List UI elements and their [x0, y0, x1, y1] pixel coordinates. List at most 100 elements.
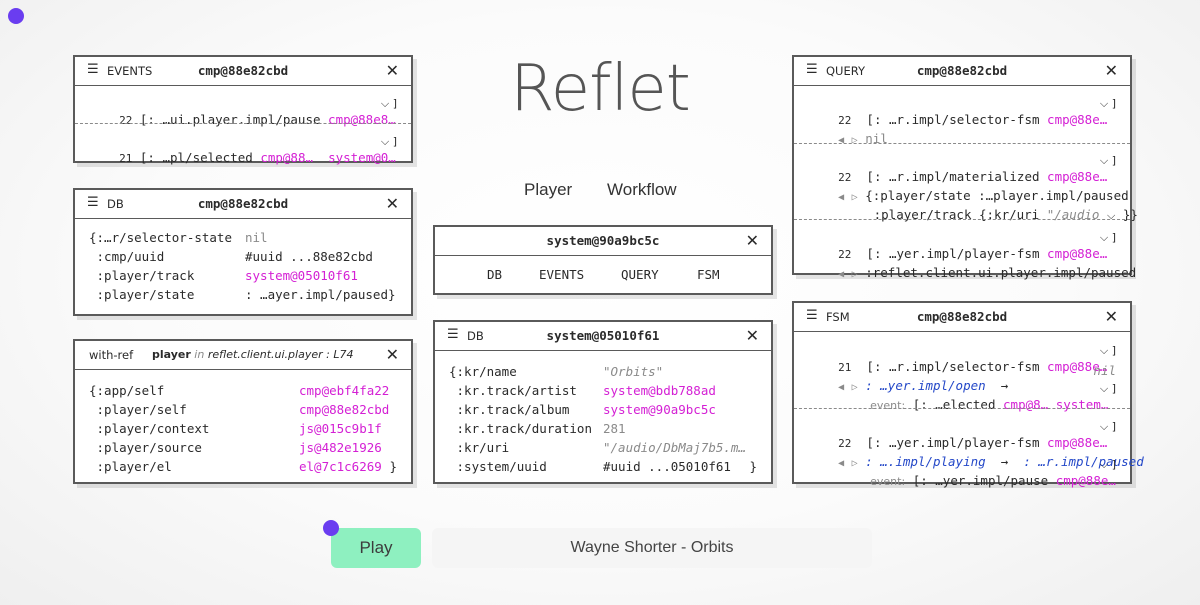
- close-icon[interactable]: ✕: [386, 194, 399, 213]
- query-panel: ☰ QUERY cmp@88e82cbd ✕ 22 [: …r.impl/sel…: [792, 55, 1138, 280]
- panel-header[interactable]: with-ref player in reflet.client.ui.play…: [75, 341, 411, 370]
- tab-fsm[interactable]: FSM: [697, 267, 720, 282]
- chevron-down-icon[interactable]: ⌵ ]: [381, 97, 397, 111]
- query-result: ◀ ▷ :reflet.client.ui.player.impl/paused: [808, 250, 1136, 295]
- track-title: Wayne Shorter - Orbits: [570, 539, 734, 556]
- map-value: "/audio/DbMaj7b5.m…: [603, 440, 746, 455]
- chevron-down-icon[interactable]: ⌵: [1107, 209, 1115, 222]
- with-ref-ns: reflet.client.ui.player: [207, 348, 323, 361]
- with-ref-panel: with-ref player in reflet.client.ui.play…: [73, 339, 413, 484]
- ref-link[interactable]: system@90a9bc5c: [603, 402, 757, 417]
- panel-header[interactable]: system@90a9bc5c ✕: [435, 227, 771, 256]
- fsm-event: event: [: …yer.impl/pause cmp@88e…: [840, 458, 1116, 503]
- with-ref-line: L74: [333, 348, 354, 361]
- with-ref-header: player in reflet.client.ui.player : L74: [152, 348, 354, 361]
- ref-link[interactable]: system@0…: [328, 150, 396, 165]
- event-name: [: …yer.impl/pause: [912, 473, 1049, 488]
- fsm-panel: ☰ FSM cmp@88e82cbd ✕ 21 [: …r.impl/selec…: [792, 301, 1144, 488]
- event-index: 21: [119, 152, 133, 165]
- map-key: :player/track: [89, 268, 195, 283]
- db-panel: ☰ DB system@05010f61 ✕ {:kr/name "Orbits…: [433, 320, 773, 484]
- divider: [794, 143, 1130, 144]
- chevron-down-icon[interactable]: ⌵ ]: [1100, 458, 1116, 472]
- panel-header[interactable]: ☰ EVENTS cmp@88e82cbd ✕: [75, 57, 411, 86]
- panel-id: cmp@88e82cbd: [916, 309, 1008, 324]
- panel-header[interactable]: ☰ DB system@05010f61 ✕: [435, 322, 771, 351]
- close-icon[interactable]: ✕: [386, 61, 399, 80]
- event-name: [: …pl/selected: [139, 150, 253, 165]
- nav-workflow[interactable]: Workflow: [607, 180, 677, 200]
- map-value: #uuid ...05010f61: [603, 459, 731, 474]
- with-ref-label: player: [152, 348, 191, 361]
- nav-player[interactable]: Player: [524, 180, 572, 200]
- event-label: event:: [870, 399, 906, 412]
- chevron-down-icon[interactable]: ⌵ ]: [1100, 420, 1116, 434]
- ref-link[interactable]: cmp@8…: [1003, 397, 1048, 412]
- ref-link[interactable]: system…: [1056, 397, 1109, 412]
- map-value: nil: [245, 230, 268, 245]
- divider: [794, 219, 1130, 220]
- tab-events[interactable]: EVENTS: [539, 267, 584, 282]
- panel-id: system@90a9bc5c: [546, 233, 660, 248]
- app-title: Reflet: [510, 52, 691, 126]
- system-panel: system@90a9bc5c ✕ DB EVENTS QUERY FSM: [433, 225, 773, 295]
- prev-arrow-icon[interactable]: ◀: [838, 135, 844, 146]
- play-button-label: Play: [359, 538, 393, 557]
- close-brace: }: [749, 459, 757, 474]
- close-icon[interactable]: ✕: [746, 231, 759, 250]
- close-icon[interactable]: ✕: [386, 345, 399, 364]
- chevron-down-icon[interactable]: ⌵ ]: [1100, 231, 1116, 245]
- ref-link[interactable]: cmp@88e8…: [328, 112, 396, 127]
- close-icon[interactable]: ✕: [1105, 307, 1118, 326]
- divider: [75, 123, 411, 124]
- play-button[interactable]: Play: [331, 528, 421, 568]
- close-icon[interactable]: ✕: [1105, 61, 1118, 80]
- panel-header[interactable]: ☰ FSM cmp@88e82cbd ✕: [794, 303, 1130, 332]
- event-name: [: …elected: [912, 397, 996, 412]
- ref-link[interactable]: cmp@ebf4fa22: [299, 383, 397, 398]
- with-ref-in: in: [194, 348, 205, 361]
- close-brace: }: [389, 459, 397, 474]
- chevron-down-icon[interactable]: ⌵ ]: [1100, 154, 1116, 168]
- panel-id: cmp@88e82cbd: [197, 63, 289, 78]
- ref-link[interactable]: el@7c1c6269: [299, 459, 397, 474]
- panel-id: cmp@88e82cbd: [197, 196, 289, 211]
- map-value: #uuid ...88e82cbd: [245, 249, 373, 264]
- map-value: 281: [603, 421, 626, 436]
- map-key: {:…r/selector-state: [89, 230, 232, 245]
- to-state: nil: [1093, 363, 1116, 378]
- ref-link[interactable]: cmp@88e…: [1056, 473, 1116, 488]
- panel-id: cmp@88e82cbd: [916, 63, 1008, 78]
- result-value: :reflet.client.ui.player.impl/paused: [865, 265, 1137, 280]
- ref-link[interactable]: cmp@88e82cbd: [299, 402, 397, 417]
- events-panel: ☰ EVENTS cmp@88e82cbd ✕ 22 [: …ui.player…: [73, 55, 413, 165]
- panel-header[interactable]: ☰ QUERY cmp@88e82cbd ✕: [794, 57, 1130, 86]
- chevron-down-icon[interactable]: ⌵ ]: [381, 135, 397, 149]
- next-arrow-icon[interactable]: ▷: [852, 269, 858, 280]
- event-index: 22: [119, 114, 133, 127]
- ref-link[interactable]: system@05010f61: [245, 268, 397, 283]
- next-arrow-icon[interactable]: ▷: [852, 135, 858, 146]
- map-value: : …ayer.impl/paused}: [245, 287, 396, 302]
- chevron-down-icon[interactable]: ⌵ ]: [1100, 97, 1116, 111]
- ref-link[interactable]: system@bdb788ad: [603, 383, 757, 398]
- close-icon[interactable]: ✕: [746, 326, 759, 345]
- panel-header[interactable]: ☰ DB cmp@88e82cbd ✕: [75, 190, 411, 219]
- chevron-down-icon[interactable]: ⌵ ]: [1100, 382, 1116, 396]
- chevron-down-icon[interactable]: ⌵ ]: [1100, 344, 1116, 358]
- ref-link[interactable]: js@015c9b1f: [299, 421, 397, 436]
- map-key: :player/state: [89, 287, 195, 302]
- panel-kind: with-ref: [89, 348, 134, 362]
- map-key: :cmp/uuid: [89, 249, 165, 264]
- ref-link[interactable]: cmp@88…: [260, 150, 313, 165]
- status-dot: [323, 520, 339, 536]
- tab-query[interactable]: QUERY: [621, 267, 659, 282]
- event-name: [: …ui.player.impl/pause: [139, 112, 321, 127]
- ref-link[interactable]: js@482e1926: [299, 440, 397, 455]
- event-row[interactable]: 21 [: …pl/selected cmp@88… system@0…: [89, 135, 397, 180]
- tab-db[interactable]: DB: [487, 267, 502, 282]
- prev-arrow-icon[interactable]: ◀: [838, 269, 844, 280]
- divider: [794, 408, 1130, 409]
- map-value: "Orbits": [603, 364, 664, 379]
- panel-id: system@05010f61: [546, 328, 660, 343]
